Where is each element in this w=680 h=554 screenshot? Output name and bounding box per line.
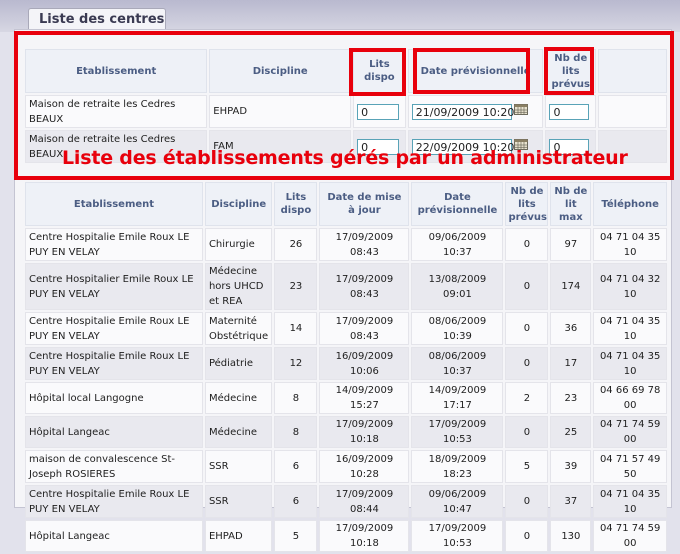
cell-etablissement: Centre Hospitalie Emile Roux LE PUY EN V…	[25, 228, 203, 261]
cell-etablissement: Centre Hospitalie Emile Roux LE PUY EN V…	[25, 312, 203, 345]
cell-discipline: SSR	[204, 485, 273, 518]
cell-nb-lit-max: 97	[550, 228, 592, 261]
column-header-date-mise-a-jour[interactable]: Date de mise à jour	[319, 182, 410, 226]
cell-telephone: 04 66 69 78 00	[593, 382, 667, 414]
cell-discipline: Médecine	[204, 382, 273, 414]
table-row[interactable]: Centre Hospitalie Emile Roux LE PUY EN V…	[25, 485, 667, 518]
table-row[interactable]: Centre Hospitalie Emile Roux LE PUY EN V…	[25, 228, 667, 261]
table-row[interactable]: Hôpital local Langogne Médecine 8 14/09/200…	[25, 382, 667, 414]
cell-nb-lits-prevus: 0	[505, 347, 549, 380]
cell-discipline: SSR	[204, 450, 273, 483]
cell-nb-lits-prevus: 5	[505, 450, 549, 483]
cell-discipline: Pédiatrie	[204, 347, 273, 380]
cell-telephone: 04 71 04 35 10	[593, 312, 667, 345]
cell-etablissement: Centre Hospitalie Emile Roux LE PUY EN V…	[25, 347, 203, 380]
cell-date-mise-a-jour: 16/09/2009 10:06	[319, 347, 410, 380]
cell-discipline: EHPAD	[204, 520, 273, 552]
cell-telephone: 04 71 74 59 00	[593, 416, 667, 448]
cell-etablissement: Centre Hospitalier Emile Roux LE PUY EN …	[25, 263, 203, 310]
cell-telephone: 04 71 04 35 10	[593, 228, 667, 261]
cell-nb-lit-max: 37	[550, 485, 592, 518]
cell-date-mise-a-jour: 17/09/2009 08:43	[319, 228, 410, 261]
cell-nb-lit-max: 36	[550, 312, 592, 345]
cell-nb-lit-max: 17	[550, 347, 592, 380]
cell-date-previsionnelle: 14/09/2009 17:17	[411, 382, 504, 414]
cell-lits-dispo: 26	[274, 228, 318, 261]
cell-lits-dispo: 5	[274, 520, 318, 552]
cell-date-previsionnelle: 18/09/2009 18:23	[411, 450, 504, 483]
table-row[interactable]: maison de convalescence St-Joseph ROSIER…	[25, 450, 667, 483]
cell-nb-lits-prevus: 0	[505, 520, 549, 552]
tab-liste-des-centres[interactable]: Liste des centres	[28, 8, 166, 30]
cell-date-previsionnelle: 09/06/2009 10:37	[411, 228, 504, 261]
cell-lits-dispo: 14	[274, 312, 318, 345]
cell-discipline: Médecine hors UHCD et REA	[204, 263, 273, 310]
cell-date-mise-a-jour: 17/09/2009 08:43	[319, 263, 410, 310]
cell-nb-lits-prevus: 0	[505, 312, 549, 345]
cell-date-previsionnelle: 09/06/2009 10:47	[411, 485, 504, 518]
cell-nb-lits-prevus: 0	[505, 263, 549, 310]
cell-date-mise-a-jour: 17/09/2009 08:44	[319, 485, 410, 518]
cell-discipline: Chirurgie	[204, 228, 273, 261]
cell-etablissement: maison de convalescence St-Joseph ROSIER…	[25, 450, 203, 483]
cell-date-previsionnelle: 13/08/2009 09:01	[411, 263, 504, 310]
cell-etablissement: Hôpital Langeac	[25, 520, 203, 552]
column-header-telephone[interactable]: Téléphone	[593, 182, 667, 226]
column-header-etablissement[interactable]: Etablissement	[25, 182, 203, 226]
highlight-date-previsionnelle	[413, 48, 530, 94]
cell-nb-lits-prevus: 0	[505, 485, 549, 518]
cell-nb-lits-prevus: 2	[505, 382, 549, 414]
cell-telephone: 04 71 74 59 00	[593, 520, 667, 552]
table-row[interactable]: Centre Hospitalie Emile Roux LE PUY EN V…	[25, 347, 667, 380]
column-header-lits-dispo[interactable]: Lits dispo	[274, 182, 318, 226]
table-row[interactable]: Hôpital Langeac EHPAD 5 17/09/2009 10:18 17/…	[25, 520, 667, 552]
cell-telephone: 04 71 04 35 10	[593, 347, 667, 380]
cell-lits-dispo: 6	[274, 450, 318, 483]
cell-date-previsionnelle: 08/06/2009 10:37	[411, 347, 504, 380]
cell-nb-lit-max: 130	[550, 520, 592, 552]
cell-date-previsionnelle: 17/09/2009 10:53	[411, 416, 504, 448]
cell-lits-dispo: 8	[274, 416, 318, 448]
cell-etablissement: Centre Hospitalie Emile Roux LE PUY EN V…	[25, 485, 203, 518]
cell-nb-lit-max: 25	[550, 416, 592, 448]
column-header-nb-lit-max[interactable]: Nb de lit max	[550, 182, 592, 226]
cell-telephone: 04 71 04 32 10	[593, 263, 667, 310]
cell-date-previsionnelle: 08/06/2009 10:39	[411, 312, 504, 345]
cell-discipline: Médecine	[204, 416, 273, 448]
cell-etablissement: Hôpital local Langogne	[25, 382, 203, 414]
cell-nb-lit-max: 174	[550, 263, 592, 310]
column-header-discipline[interactable]: Discipline	[204, 182, 273, 226]
cell-discipline: Maternité Obstétrique	[204, 312, 273, 345]
cell-nb-lit-max: 39	[550, 450, 592, 483]
highlight-nb-lits-prevus	[544, 47, 594, 95]
cell-nb-lit-max: 23	[550, 382, 592, 414]
cell-date-previsionnelle: 17/09/2009 10:53	[411, 520, 504, 552]
cell-lits-dispo: 6	[274, 485, 318, 518]
cell-lits-dispo: 23	[274, 263, 318, 310]
table-row[interactable]: Centre Hospitalie Emile Roux LE PUY EN V…	[25, 312, 667, 345]
cell-nb-lits-prevus: 0	[505, 228, 549, 261]
cell-date-mise-a-jour: 14/09/2009 15:27	[319, 382, 410, 414]
table-row[interactable]: Hôpital Langeac Médecine 8 17/09/2009 10:18…	[25, 416, 667, 448]
highlight-lits-dispo	[349, 48, 406, 96]
column-header-date-previsionnelle[interactable]: Date prévisionnelle	[411, 182, 504, 226]
cell-lits-dispo: 8	[274, 382, 318, 414]
cell-telephone: 04 71 04 35 10	[593, 485, 667, 518]
establishments-list-table: Etablissement Discipline Lits dispo Date…	[23, 180, 669, 554]
cell-nb-lits-prevus: 0	[505, 416, 549, 448]
column-header-nb-lits-prevus[interactable]: Nb de lits prévus	[505, 182, 549, 226]
cell-date-mise-a-jour: 16/09/2009 10:28	[319, 450, 410, 483]
table-row[interactable]: Centre Hospitalier Emile Roux LE PUY EN …	[25, 263, 667, 310]
cell-lits-dispo: 12	[274, 347, 318, 380]
cell-date-mise-a-jour: 17/09/2009 10:18	[319, 520, 410, 552]
annotation-caption: Liste des établissements gérés par un ad…	[62, 147, 628, 169]
cell-telephone: 04 71 57 49 50	[593, 450, 667, 483]
cell-date-mise-a-jour: 17/09/2009 08:43	[319, 312, 410, 345]
cell-date-mise-a-jour: 17/09/2009 10:18	[319, 416, 410, 448]
cell-etablissement: Hôpital Langeac	[25, 416, 203, 448]
